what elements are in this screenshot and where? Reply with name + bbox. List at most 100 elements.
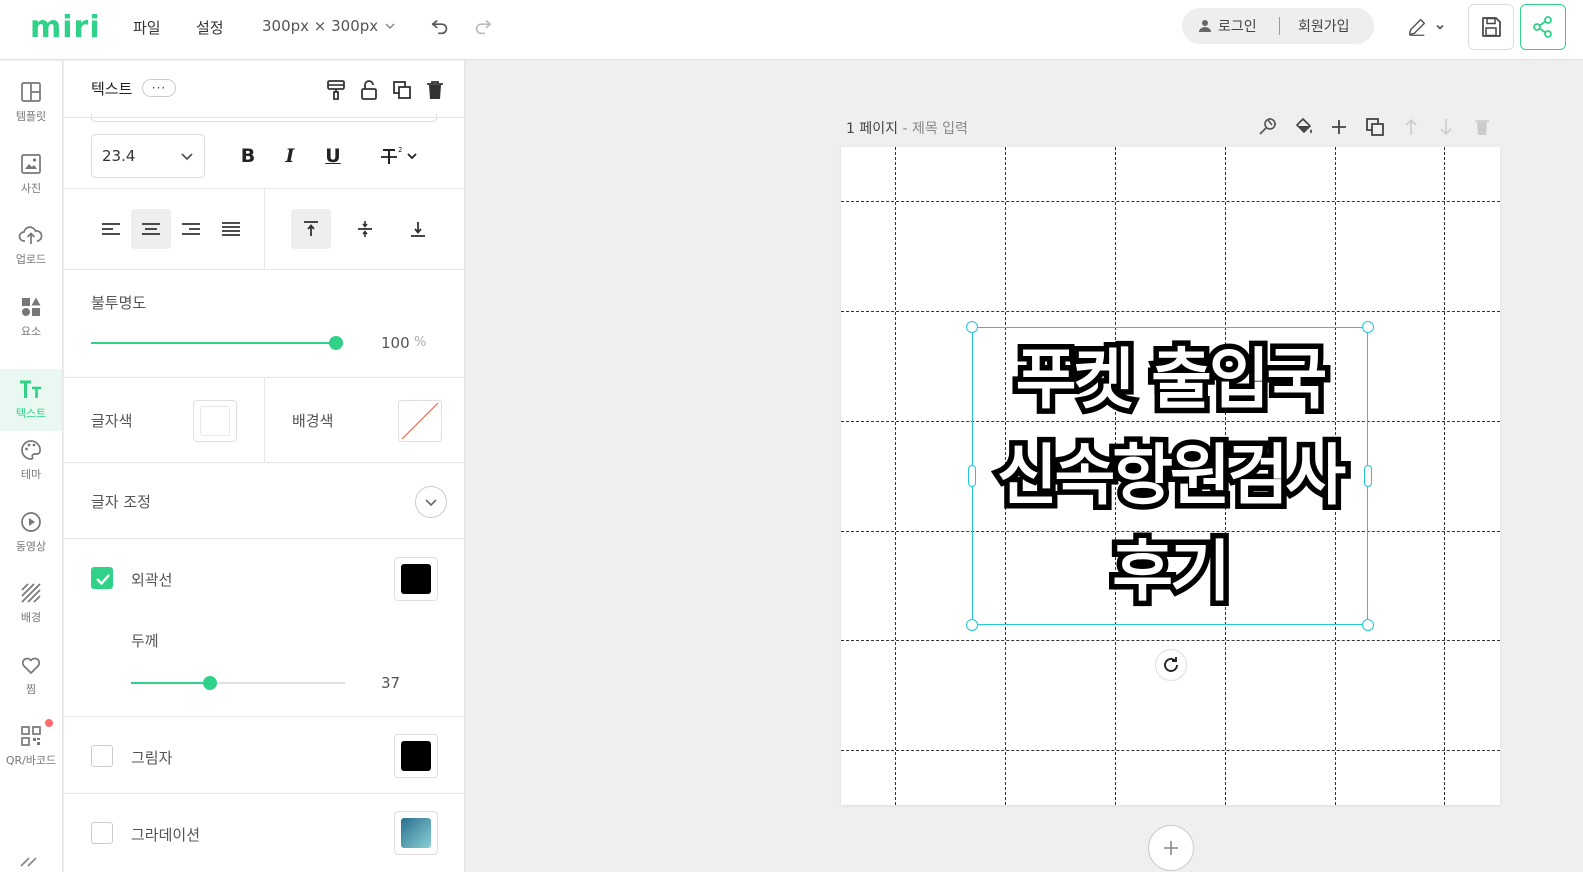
gradient-label: 그라데이션 — [131, 826, 201, 844]
left-nav: 템플릿 사진 업로드 요소 텍스트 테마 동영상 배경 찜 QR/바코드 — [0, 61, 63, 872]
shadow-label: 그림자 — [131, 749, 173, 767]
move-page-down-button[interactable] — [1434, 116, 1458, 138]
nav-photos[interactable]: 사진 — [0, 143, 62, 205]
nav-templates[interactable]: 템플릿 — [0, 71, 62, 133]
nav-qr-barcode[interactable]: QR/바코드 — [0, 715, 62, 777]
move-page-up-button[interactable] — [1399, 116, 1423, 138]
align-justify-button[interactable] — [211, 209, 251, 249]
align-right-button[interactable] — [171, 209, 211, 249]
page-magic-button[interactable] — [1256, 116, 1280, 138]
chevron-down-icon — [181, 153, 193, 161]
nav-upload[interactable]: 업로드 — [0, 214, 62, 276]
grid-line — [841, 750, 1500, 751]
add-element-button[interactable] — [1327, 116, 1351, 138]
paint-bucket-icon — [1296, 118, 1312, 134]
align-justify-icon — [222, 222, 240, 236]
rotate-handle[interactable] — [1155, 649, 1187, 681]
bg-color-picker[interactable] — [398, 400, 442, 442]
grid-line — [841, 311, 1500, 312]
duplicate-page-button[interactable] — [1363, 116, 1387, 138]
paint-roller-icon — [327, 80, 345, 100]
strikethrough-dropdown[interactable]: 2 — [374, 144, 424, 168]
align-center-button[interactable] — [131, 209, 171, 249]
nav-favorites[interactable]: 찜 — [0, 644, 62, 706]
resize-handle-bottom-left[interactable] — [966, 619, 978, 631]
redo-button[interactable] — [471, 14, 495, 38]
shadow-checkbox[interactable] — [91, 745, 113, 767]
play-icon — [21, 512, 41, 532]
add-page-button[interactable] — [1148, 825, 1194, 871]
thickness-value: 37 — [381, 674, 401, 692]
resize-handle-right[interactable] — [1364, 465, 1372, 487]
delete-button[interactable] — [424, 79, 446, 101]
text-adjust-section[interactable]: 글자 조정 — [64, 463, 464, 539]
gradient-color-picker[interactable] — [394, 811, 438, 855]
login-button[interactable]: 로그인 — [1182, 16, 1279, 36]
canvas-size-select[interactable]: 300px × 300px — [262, 17, 396, 35]
page-separator: - — [898, 121, 912, 137]
nav-background[interactable]: 배경 — [0, 572, 62, 634]
divider — [264, 189, 265, 270]
bold-button[interactable]: B — [236, 144, 260, 168]
selection-box[interactable] — [972, 327, 1368, 625]
grid-line — [895, 147, 896, 805]
align-left-button[interactable] — [91, 209, 131, 249]
valign-bottom-button[interactable] — [398, 209, 438, 249]
outline-label: 외곽선 — [131, 571, 173, 589]
menu-file[interactable]: 파일 — [133, 17, 161, 38]
save-button[interactable] — [1468, 4, 1514, 50]
edit-mode-dropdown[interactable] — [1402, 14, 1450, 40]
resize-handle-top-right[interactable] — [1362, 321, 1374, 333]
magic-wand-icon — [1259, 118, 1276, 135]
nav-label: 사진 — [20, 182, 42, 195]
arrow-down-icon — [1440, 119, 1452, 136]
menu-settings[interactable]: 설정 — [196, 17, 224, 38]
nav-elements[interactable]: 요소 — [0, 286, 62, 348]
duplicate-button[interactable] — [391, 79, 413, 101]
grid-line — [841, 640, 1500, 641]
delete-page-button[interactable] — [1470, 116, 1494, 138]
collapse-icon[interactable] — [19, 853, 41, 867]
valign-top-button[interactable] — [291, 209, 331, 249]
valign-middle-button[interactable] — [345, 209, 385, 249]
outline-checkbox[interactable] — [91, 567, 113, 589]
nav-video[interactable]: 동영상 — [0, 501, 62, 563]
nav-label: 동영상 — [15, 540, 47, 553]
text-color-picker[interactable] — [193, 400, 237, 442]
text-color-label: 글자색 — [91, 412, 133, 430]
nav-text[interactable]: 텍스트 — [0, 369, 62, 431]
app-logo[interactable]: miri — [30, 10, 101, 45]
format-painter-button[interactable] — [325, 79, 347, 101]
gradient-checkbox[interactable] — [91, 822, 113, 844]
underline-button[interactable]: U — [321, 144, 345, 168]
pattern-icon — [21, 583, 41, 603]
nav-label: QR/바코드 — [5, 754, 57, 767]
more-options-button[interactable]: ··· — [142, 79, 176, 97]
auth-pill: 로그인 회원가입 — [1182, 8, 1374, 44]
slider-thumb[interactable] — [329, 336, 343, 350]
shadow-color-picker[interactable] — [394, 734, 438, 778]
resize-handle-left[interactable] — [968, 465, 976, 487]
chevron-down-icon — [385, 23, 395, 30]
slider-thumb[interactable] — [203, 676, 217, 690]
signup-button[interactable]: 회원가입 — [1280, 16, 1350, 36]
lock-button[interactable] — [358, 79, 380, 101]
align-right-icon — [182, 223, 200, 235]
share-button[interactable] — [1520, 4, 1566, 50]
align-left-icon — [102, 223, 120, 235]
resize-handle-bottom-right[interactable] — [1362, 619, 1374, 631]
outline-color-picker[interactable] — [394, 557, 438, 601]
undo-button[interactable] — [428, 14, 452, 38]
align-center-icon — [142, 223, 160, 235]
resize-handle-top-left[interactable] — [966, 321, 978, 333]
shadow-color-swatch — [401, 741, 431, 771]
page-label: 1 페이지 - 제목 입력 — [846, 118, 968, 138]
font-size-select[interactable]: 23.4 — [91, 134, 205, 178]
page-title-input[interactable]: 제목 입력 — [912, 121, 968, 137]
page-fill-button[interactable] — [1292, 116, 1316, 138]
expand-button[interactable] — [415, 486, 447, 518]
italic-button[interactable]: I — [278, 144, 302, 168]
trash-icon — [427, 81, 443, 99]
gradient-section: 그라데이션 — [64, 794, 464, 872]
nav-theme[interactable]: 테마 — [0, 429, 62, 491]
